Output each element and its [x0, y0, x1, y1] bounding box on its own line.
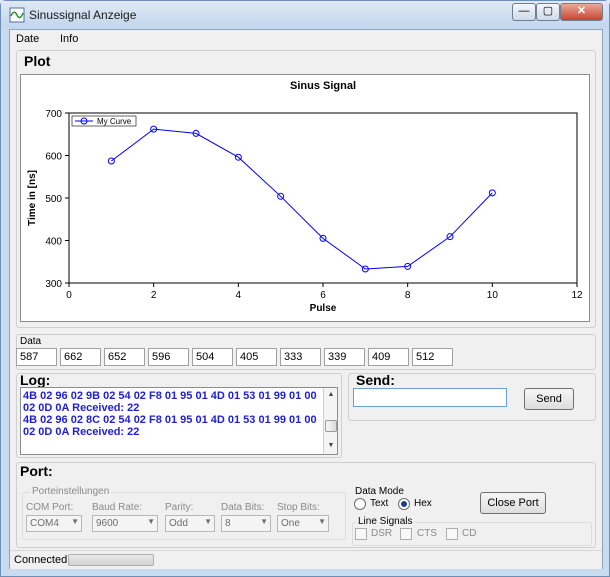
port-field-label: Data Bits: — [221, 502, 265, 513]
log-title: Log: — [20, 372, 51, 388]
dropdown-arrow-icon[interactable]: ▼ — [204, 517, 212, 526]
legend-label: My Curve — [97, 117, 132, 126]
close-window-button[interactable]: ✕ — [560, 3, 603, 21]
x-tick-label: 6 — [320, 290, 326, 301]
radio-hex[interactable] — [398, 498, 410, 510]
y-tick-label: 300 — [45, 279, 62, 290]
radio-text-label[interactable]: Text — [370, 498, 388, 509]
chart-area: Sinus Signal 0 2 4 6 8 10 12 300 400 500 600 700 Puls… — [20, 74, 590, 322]
cts-label: CTS — [417, 528, 437, 539]
log-textbox[interactable]: 4B 02 96 02 9B 02 54 02 F8 01 95 01 4D 0… — [20, 387, 338, 455]
port-field-value: 9600 — [96, 518, 119, 529]
data-value-box[interactable]: 339 — [324, 348, 365, 366]
status-progress-bar — [68, 554, 154, 566]
menu-bar: Date Info — [10, 30, 602, 50]
port-field-label: Parity: — [165, 502, 194, 513]
port-field-select[interactable]: Odd ▼ — [165, 515, 215, 532]
log-line: 4B 02 96 02 8C 02 54 02 F8 01 95 01 4D 0… — [23, 414, 317, 426]
cts-checkbox[interactable] — [400, 528, 412, 540]
port-title: Port: — [20, 463, 53, 479]
port-field-select[interactable]: 9600 ▼ — [92, 515, 158, 532]
x-tick-label: 2 — [151, 290, 157, 301]
log-line: 4B 02 96 02 9B 02 54 02 F8 01 95 01 4D 0… — [23, 390, 317, 402]
series-line — [111, 128, 493, 270]
data-label: Data — [20, 336, 42, 347]
plot-frame — [68, 112, 578, 284]
port-settings-label: Porteinstellungen — [30, 486, 112, 497]
data-value-box[interactable]: 504 — [192, 348, 233, 366]
port-field-label: Baud Rate: — [92, 502, 143, 513]
scroll-thumb[interactable] — [325, 420, 337, 432]
title-bar[interactable]: Sinussignal Anzeige — ▢ ✕ — [1, 1, 609, 28]
log-scrollbar[interactable]: ▲ ▼ — [323, 388, 337, 454]
x-tick-label: 4 — [236, 290, 242, 301]
port-field-value: COM4 — [30, 518, 59, 529]
x-tick-label: 12 — [571, 290, 583, 301]
app-icon — [9, 7, 25, 23]
port-field-label: COM Port: — [26, 502, 74, 513]
data-value-box[interactable]: 662 — [60, 348, 101, 366]
line-signals-label: Line Signals — [356, 516, 415, 527]
radio-text[interactable] — [354, 498, 366, 510]
dsr-checkbox[interactable] — [355, 528, 367, 540]
y-axis-label: Time in [ns] — [27, 170, 38, 226]
dropdown-arrow-icon[interactable]: ▼ — [318, 517, 326, 526]
port-field-value: 8 — [225, 518, 231, 529]
dropdown-arrow-icon[interactable]: ▼ — [147, 517, 155, 526]
data-point — [488, 189, 496, 197]
port-field-select[interactable]: 8 ▼ — [221, 515, 271, 532]
x-axis-label: Pulse — [310, 303, 337, 314]
data-value-box[interactable]: 512 — [412, 348, 453, 366]
window-title: Sinussignal Anzeige — [29, 8, 137, 22]
maximize-button[interactable]: ▢ — [536, 3, 560, 21]
main-window: Sinussignal Anzeige — ▢ ✕ Date Info Plot… — [0, 0, 610, 577]
y-tick-label: 400 — [45, 237, 62, 248]
y-tick-label: 700 — [45, 109, 62, 120]
x-tick-label: 8 — [405, 290, 411, 301]
sinus-chart: Sinus Signal 0 2 4 6 8 10 12 300 400 500 600 700 Puls… — [27, 80, 583, 314]
send-input[interactable] — [353, 388, 507, 407]
dropdown-arrow-icon[interactable]: ▼ — [71, 517, 79, 526]
port-field-label: Stop Bits: — [277, 502, 320, 513]
data-value-box[interactable]: 587 — [16, 348, 57, 366]
data-value-box[interactable]: 405 — [236, 348, 277, 366]
menu-info[interactable]: Info — [60, 33, 78, 45]
radio-hex-label[interactable]: Hex — [414, 498, 432, 509]
client-area: Date Info Plot Sinus Signal 0 2 4 6 8 10 12 300 4… — [9, 29, 603, 569]
status-text: Connected — [14, 554, 68, 566]
close-port-button[interactable]: Close Port — [480, 492, 546, 514]
x-tick-label: 10 — [487, 290, 499, 301]
send-button[interactable]: Send — [524, 388, 574, 410]
y-tick-label: 500 — [45, 194, 62, 205]
y-tick-label: 600 — [45, 152, 62, 163]
log-line: 02 0D 0A Received: 22 — [23, 402, 140, 414]
scroll-up-icon[interactable]: ▲ — [325, 389, 337, 401]
scroll-down-icon[interactable]: ▼ — [325, 440, 337, 452]
cd-checkbox[interactable] — [446, 528, 458, 540]
chart-title: Sinus Signal — [290, 80, 356, 92]
data-value-box[interactable]: 333 — [280, 348, 321, 366]
data-value-box[interactable]: 596 — [148, 348, 189, 366]
dropdown-arrow-icon[interactable]: ▼ — [260, 517, 268, 526]
data-value-box[interactable]: 652 — [104, 348, 145, 366]
port-field-select[interactable]: One ▼ — [277, 515, 329, 532]
log-line: 02 0D 0A Received: 22 — [23, 426, 140, 438]
minimize-button[interactable]: — — [512, 3, 536, 21]
port-field-value: One — [281, 518, 300, 529]
port-field-value: Odd — [169, 518, 188, 529]
data-value-box[interactable]: 409 — [368, 348, 409, 366]
port-field-select[interactable]: COM4 ▼ — [26, 515, 82, 532]
send-title: Send: — [356, 372, 395, 388]
cd-label: CD — [462, 528, 477, 539]
x-tick-label: 0 — [66, 290, 72, 301]
data-mode-label: Data Mode — [355, 486, 404, 497]
status-bar: Connected — [10, 550, 602, 569]
dsr-label: DSR — [371, 528, 393, 539]
menu-date[interactable]: Date — [16, 33, 39, 45]
plot-section-title: Plot — [24, 53, 51, 69]
